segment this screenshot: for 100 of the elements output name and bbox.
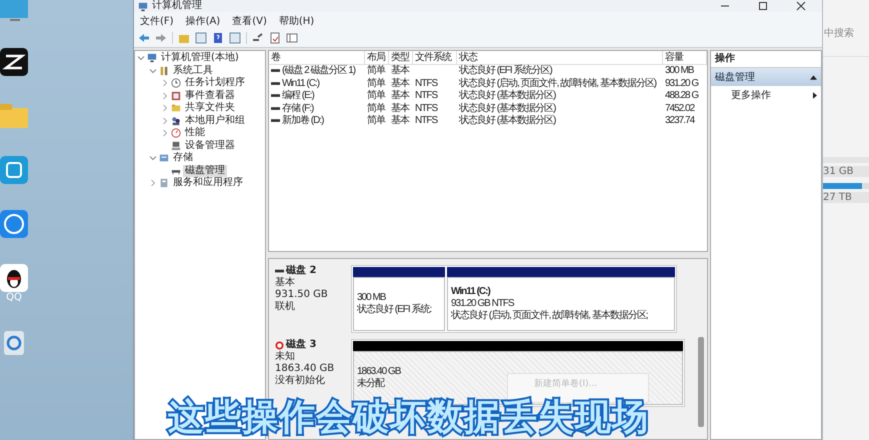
disk-type: 基本 bbox=[275, 277, 296, 289]
tree-item[interactable]: 事件查看器 bbox=[183, 90, 237, 102]
partition-status: 状态良好 (EFI 系统: bbox=[357, 304, 432, 316]
column-header[interactable]: 类型 bbox=[389, 51, 413, 64]
section-title: 磁盘管理 bbox=[715, 71, 755, 84]
panel-icon[interactable] bbox=[229, 32, 241, 44]
device-icon bbox=[171, 140, 181, 151]
folder-up-icon[interactable] bbox=[178, 32, 190, 44]
warning-disk-icon bbox=[275, 340, 284, 350]
folder-icon bbox=[171, 103, 181, 114]
forward-arrow-icon[interactable] bbox=[155, 32, 167, 44]
panel-icon[interactable] bbox=[195, 32, 207, 44]
disk-icon bbox=[275, 266, 284, 276]
disk-size: 1863.40 GB bbox=[275, 363, 336, 374]
partition-size: 931.20 GB NTFS bbox=[451, 298, 514, 310]
tree-item[interactable]: 设备管理器 bbox=[183, 140, 237, 152]
table-cell-text: Win11 (C:) bbox=[282, 78, 320, 90]
table-cell: 状态良好 (EFI 系统分区) bbox=[459, 65, 552, 78]
drive-size: 27 TB bbox=[823, 192, 869, 203]
partition-size: 300 MB bbox=[357, 292, 386, 304]
drive-size: 31 GB bbox=[823, 166, 869, 177]
table-cell-text: 状态良好 (启动, 页面文件, 故障转储, 基本数据分区) bbox=[459, 78, 656, 90]
table-cell-text: 简单 bbox=[367, 102, 385, 114]
tree-item[interactable]: 存储 bbox=[171, 152, 195, 164]
table-cell: NTFS bbox=[415, 115, 438, 128]
collapse-chevron-icon[interactable] bbox=[149, 66, 157, 75]
table-cell: 新加卷 (D:) bbox=[282, 115, 324, 128]
table-cell: 7452.02 bbox=[665, 102, 694, 115]
users-icon bbox=[171, 116, 181, 126]
partition-status: 未分配 bbox=[357, 378, 384, 390]
tree-item[interactable]: 服务和应用程序 bbox=[171, 177, 245, 190]
tree-item[interactable]: 磁盘管理 bbox=[183, 164, 227, 177]
partition-size: 1863.40 GB bbox=[357, 366, 400, 378]
collapse-chevron-icon[interactable] bbox=[149, 154, 157, 162]
table-cell: 3237.74 bbox=[665, 115, 694, 128]
table-cell-text: 简单 bbox=[367, 78, 385, 90]
computer-icon bbox=[138, 2, 148, 12]
disk-state: 联机 bbox=[275, 301, 296, 313]
table-cell: NTFS bbox=[415, 102, 438, 115]
list-view-icon[interactable] bbox=[286, 32, 298, 44]
gauge-icon bbox=[171, 128, 181, 138]
tools-icon bbox=[159, 66, 169, 76]
back-arrow-icon[interactable] bbox=[138, 32, 150, 44]
table-cell: (磁盘 2 磁盘分区 1) bbox=[282, 65, 356, 78]
menu-item[interactable]: 操作(A) bbox=[186, 14, 220, 28]
scrollbar[interactable] bbox=[698, 337, 704, 427]
tree-item[interactable]: 系统工具 bbox=[171, 64, 215, 77]
clock-icon bbox=[171, 78, 181, 88]
submenu-triangle-icon bbox=[813, 92, 817, 98]
tree-item[interactable]: 任务计划程序 bbox=[183, 77, 247, 90]
viewer-icon bbox=[171, 90, 181, 101]
action-link[interactable]: 更多操作 bbox=[731, 88, 771, 102]
maximize-icon bbox=[758, 1, 768, 11]
monitor-icon[interactable] bbox=[0, 0, 28, 22]
column-header[interactable]: 状态 bbox=[457, 51, 663, 64]
table-cell-text: 基本 bbox=[391, 78, 409, 90]
table-cell: 基本 bbox=[391, 90, 409, 102]
expand-chevron-icon[interactable] bbox=[149, 179, 157, 188]
table-cell: 300 MB bbox=[665, 65, 694, 78]
partition-title: Win11 (C:) bbox=[451, 286, 490, 298]
expand-chevron-icon[interactable] bbox=[161, 104, 169, 112]
tree-item[interactable]: 计算机管理(本地) bbox=[159, 52, 241, 64]
disk-state: 没有初始化 bbox=[275, 375, 326, 387]
services-icon bbox=[159, 178, 169, 188]
partition-status: 状态良好 (启动, 页面文件, 故障转储, 基本数据分区; bbox=[451, 310, 648, 322]
help-icon[interactable] bbox=[212, 32, 224, 44]
tree-item[interactable]: 共享文件夹 bbox=[183, 102, 237, 114]
connect-icon[interactable] bbox=[252, 32, 264, 44]
expand-chevron-icon[interactable] bbox=[161, 129, 169, 138]
disk-name: 磁盘 2 bbox=[286, 265, 316, 276]
menu-item[interactable]: 查看(V) bbox=[232, 14, 267, 28]
penguin-icon[interactable] bbox=[0, 264, 28, 292]
usage-bar bbox=[823, 183, 869, 189]
expand-chevron-icon[interactable] bbox=[161, 92, 169, 100]
table-cell: 简单 bbox=[367, 65, 385, 78]
table-cell: 状态良好 (基本数据分区) bbox=[459, 90, 556, 102]
menu-item[interactable]: 文件(F) bbox=[140, 14, 174, 28]
menu-item[interactable]: 帮助(H) bbox=[278, 14, 314, 28]
table-cell-text: 存储 (F:) bbox=[282, 102, 314, 114]
table-cell: 488.28 G bbox=[665, 90, 698, 102]
column-header[interactable]: 文件系统 bbox=[413, 51, 457, 64]
table-cell-text: 状态良好 (基本数据分区) bbox=[459, 102, 556, 114]
table-cell: 基本 bbox=[391, 65, 409, 78]
column-header[interactable]: 容量 bbox=[663, 51, 707, 64]
collapse-triangle-icon bbox=[810, 74, 817, 80]
column-header[interactable]: 卷 bbox=[269, 51, 365, 64]
tree-item[interactable]: 本地用户和组 bbox=[183, 114, 247, 127]
expand-chevron-icon[interactable] bbox=[161, 79, 169, 88]
app-icon[interactable] bbox=[0, 48, 28, 76]
document-icon[interactable] bbox=[269, 32, 281, 44]
tree-item[interactable]: 性能 bbox=[183, 127, 207, 140]
table-cell: NTFS bbox=[415, 78, 438, 90]
actions-section[interactable]: 磁盘管理 bbox=[711, 68, 821, 86]
table-cell: 编程 (E:) bbox=[282, 90, 314, 102]
table-cell: NTFS bbox=[415, 90, 438, 102]
computer-icon bbox=[147, 53, 157, 64]
collapse-chevron-icon[interactable] bbox=[137, 54, 145, 62]
expand-chevron-icon[interactable] bbox=[161, 116, 169, 125]
table-cell: 简单 bbox=[367, 115, 385, 128]
column-header[interactable]: 布局 bbox=[365, 51, 389, 64]
